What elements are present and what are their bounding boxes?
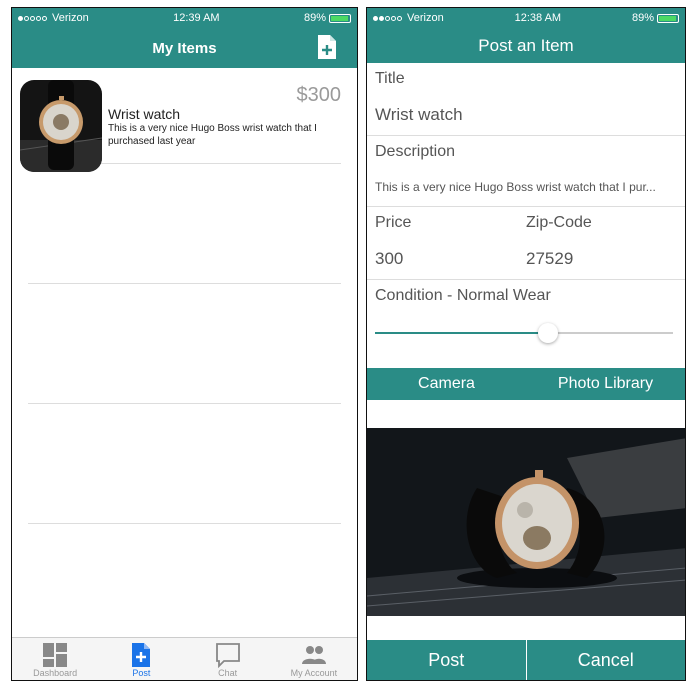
nav-bar: Post an Item (367, 28, 685, 63)
empty-row (12, 164, 357, 283)
carrier-signal: Verizon (18, 12, 89, 24)
battery-icon (657, 13, 679, 23)
slider-fill (375, 332, 548, 334)
nav-bar: My Items (12, 28, 357, 68)
condition-section: Condition - Normal Wear (367, 280, 685, 312)
page-title: My Items (152, 39, 217, 57)
empty-row (12, 404, 357, 523)
dashboard-icon (43, 643, 68, 667)
status-right: 89% (632, 12, 679, 24)
item-price: $300 (296, 84, 342, 106)
cancel-button[interactable]: Cancel (525, 640, 686, 680)
condition-prefix: Condition - (375, 287, 453, 304)
tab-label: Dashboard (33, 668, 78, 678)
slider-track (375, 323, 673, 343)
item-thumbnail (20, 80, 102, 172)
signal-icon (373, 12, 403, 24)
list-item[interactable]: Wrist watch This is a very nice Hugo Bos… (12, 68, 357, 172)
condition-value: Normal Wear (456, 287, 551, 304)
camera-button[interactable]: Camera (367, 368, 526, 400)
carrier-label: Verizon (407, 12, 444, 24)
add-document-icon[interactable] (317, 34, 337, 60)
status-right: 89% (304, 12, 351, 24)
zip-column: Zip-Code 27529 (526, 207, 677, 279)
people-icon (301, 646, 326, 664)
carrier-signal: Verizon (373, 12, 444, 24)
tab-dashboard[interactable]: Dashboard (12, 638, 98, 680)
page-title: Post an Item (478, 35, 574, 55)
battery-percent: 89% (303, 12, 326, 24)
status-time: 12:38 AM (514, 12, 562, 24)
post-button[interactable]: Post (367, 640, 526, 680)
condition-label: Condition - Normal Wear (375, 280, 677, 312)
action-bar: Post Cancel (367, 640, 685, 680)
photo-source-bar: Camera Photo Library (367, 368, 685, 400)
chat-icon (215, 643, 240, 668)
item-photo (367, 428, 685, 616)
tab-label: Post (132, 668, 151, 678)
empty-row (12, 284, 357, 403)
zip-label: Zip-Code (526, 214, 592, 231)
status-bar: Verizon 12:39 AM 89% (12, 8, 357, 28)
price-label: Price (375, 214, 412, 231)
tab-post[interactable]: Post (98, 638, 184, 680)
description-field[interactable]: This is a very nice Hugo Boss wrist watc… (375, 168, 677, 206)
title-field[interactable]: Wrist watch (375, 95, 677, 135)
tab-my-account[interactable]: My Account (271, 638, 357, 680)
zip-field[interactable]: 27529 (526, 239, 677, 279)
photo-library-button[interactable]: Photo Library (526, 368, 685, 400)
my-items-screen: Verizon 12:39 AM 89% My Items Wrist watc… (11, 7, 358, 681)
title-section: Title Wrist watch (367, 63, 685, 135)
title-label: Title (375, 70, 405, 87)
tab-label: My Account (290, 668, 338, 678)
description-label: Description (375, 143, 456, 160)
tab-bar: Dashboard Post Chat My Account (12, 637, 357, 680)
price-field[interactable]: 300 (375, 239, 526, 279)
tab-label: Chat (218, 668, 238, 678)
battery-percent: 89% (631, 12, 654, 24)
tab-chat[interactable]: Chat (185, 638, 271, 680)
description-section: Description This is a very nice Hugo Bos… (367, 136, 685, 206)
condition-slider[interactable] (367, 312, 685, 360)
signal-icon (18, 12, 48, 24)
price-zip-section: Price 300 Zip-Code 27529 (367, 207, 685, 279)
carrier-label: Verizon (52, 12, 89, 24)
price-column: Price 300 (375, 207, 526, 279)
item-title: Wrist watch (108, 106, 181, 122)
item-description: This is a very nice Hugo Boss wrist watc… (108, 123, 317, 147)
add-document-icon (132, 643, 151, 667)
divider (28, 523, 341, 524)
post-item-screen: Verizon 12:38 AM 89% Post an Item Title … (366, 7, 686, 681)
battery-icon (329, 13, 351, 23)
slider-thumb[interactable] (537, 323, 558, 343)
status-time: 12:39 AM (173, 12, 220, 24)
status-bar: Verizon 12:38 AM 89% (367, 8, 685, 28)
